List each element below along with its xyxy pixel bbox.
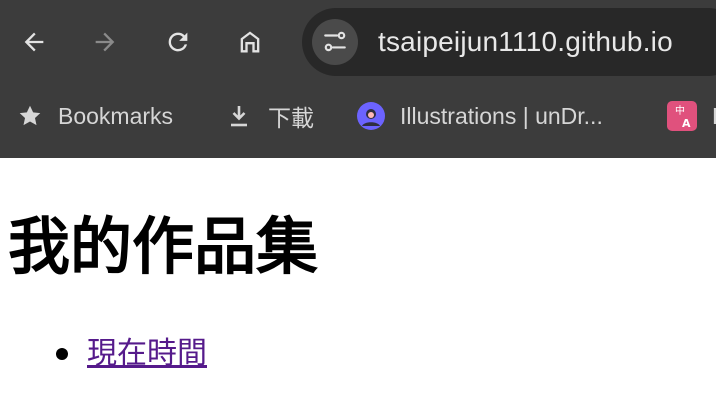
undraw-favicon-icon: [356, 100, 386, 132]
translate-favicon-icon: 中 A: [666, 100, 698, 132]
forward-button[interactable]: [85, 22, 125, 62]
bookmark-item-illustrations[interactable]: Illustrations | unDr...: [356, 96, 603, 136]
site-info-button[interactable]: [312, 19, 358, 65]
url-text[interactable]: tsaipeijun1110.github.io: [378, 26, 673, 58]
back-button[interactable]: [14, 22, 54, 62]
reload-button[interactable]: [158, 22, 198, 62]
bookmark-item-downloads[interactable]: 下載: [226, 96, 314, 136]
home-icon: [240, 31, 260, 53]
list-item: 現在時間: [56, 334, 207, 374]
tune-icon: [324, 31, 346, 52]
bookmark-item-translate[interactable]: 中 A P: [666, 96, 716, 136]
arrow-left-icon: [24, 32, 44, 52]
svg-text:A: A: [682, 117, 691, 130]
home-button[interactable]: [230, 22, 270, 62]
arrow-right-icon: [95, 32, 115, 52]
page-title: 我的作品集: [8, 213, 319, 282]
svg-text:中: 中: [675, 104, 685, 117]
bookmark-label: 下載: [268, 105, 314, 131]
link-list: 現在時間: [56, 334, 207, 374]
bookmark-label: P: [712, 103, 716, 130]
bookmark-label: Bookmarks: [58, 102, 174, 129]
address-bar[interactable]: tsaipeijun1110.github.io: [302, 8, 716, 76]
download-icon: [226, 100, 252, 132]
browser-chrome: tsaipeijun1110.github.io Bookmarks 下載 Il…: [0, 0, 716, 158]
bookmark-item-bookmarks[interactable]: Bookmarks: [16, 96, 173, 136]
bookmark-label: Illustrations | unDr...: [400, 102, 603, 129]
page-content: 我的作品集 現在時間: [0, 158, 716, 416]
bullet: [56, 348, 68, 360]
reload-icon: [168, 32, 188, 52]
star-icon: [16, 100, 44, 132]
current-time-link[interactable]: 現在時間: [87, 334, 207, 374]
